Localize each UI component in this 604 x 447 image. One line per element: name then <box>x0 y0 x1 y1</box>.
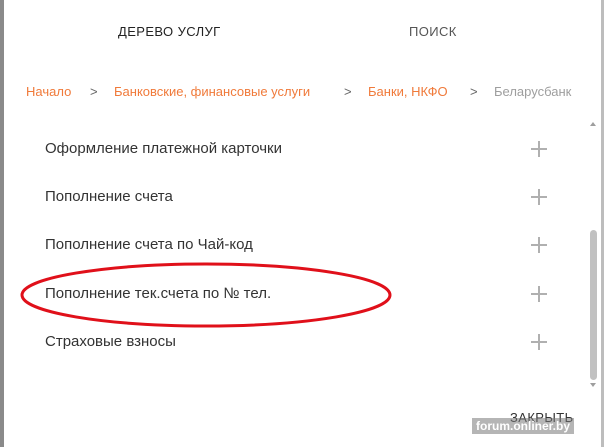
tab-search[interactable]: ПОИСК <box>409 24 457 39</box>
service-label: Страховые взносы <box>45 333 176 350</box>
plus-icon[interactable] <box>531 334 547 350</box>
service-label: Пополнение счета по Чай-код <box>45 236 253 253</box>
services-dialog: ДЕРЕВО УСЛУГ ПОИСК Начало > Банковские, … <box>0 0 604 447</box>
plus-icon[interactable] <box>531 286 547 302</box>
list-item[interactable]: Пополнение счета по Чай-код <box>0 220 590 268</box>
breadcrumb-banks[interactable]: Банки, НКФО <box>368 84 448 99</box>
breadcrumb-banking-services[interactable]: Банковские, финансовые услуги <box>114 84 310 99</box>
list-item[interactable]: Пополнение тек.счета по № тел. <box>0 269 590 317</box>
breadcrumb-separator-icon: > <box>344 84 352 99</box>
plus-icon[interactable] <box>531 189 547 205</box>
list-item[interactable]: Пополнение счета <box>0 172 590 220</box>
list-item[interactable]: Страховые взносы <box>0 317 590 365</box>
service-label: Пополнение счета <box>45 188 173 205</box>
plus-icon[interactable] <box>531 141 547 157</box>
breadcrumb-separator-icon: > <box>470 84 478 99</box>
plus-icon[interactable] <box>531 237 547 253</box>
breadcrumb-current: Беларусбанк <box>494 84 572 99</box>
breadcrumb-home[interactable]: Начало <box>26 84 71 99</box>
breadcrumb: Начало > Банковские, финансовые услуги >… <box>26 84 586 102</box>
watermark: forum.onliner.by <box>472 418 575 434</box>
breadcrumb-separator-icon: > <box>90 84 98 99</box>
tab-bar: ДЕРЕВО УСЛУГ ПОИСК <box>0 0 600 64</box>
scroll-down-arrow-icon[interactable] <box>590 383 596 387</box>
scrollbar-thumb[interactable] <box>590 230 597 380</box>
list-item[interactable]: Оформление платежной карточки <box>0 124 590 172</box>
tab-service-tree[interactable]: ДЕРЕВО УСЛУГ <box>118 24 221 39</box>
service-label: Оформление платежной карточки <box>45 140 282 157</box>
service-label: Пополнение тек.счета по № тел. <box>45 285 272 302</box>
scroll-up-arrow-icon[interactable] <box>590 122 596 126</box>
